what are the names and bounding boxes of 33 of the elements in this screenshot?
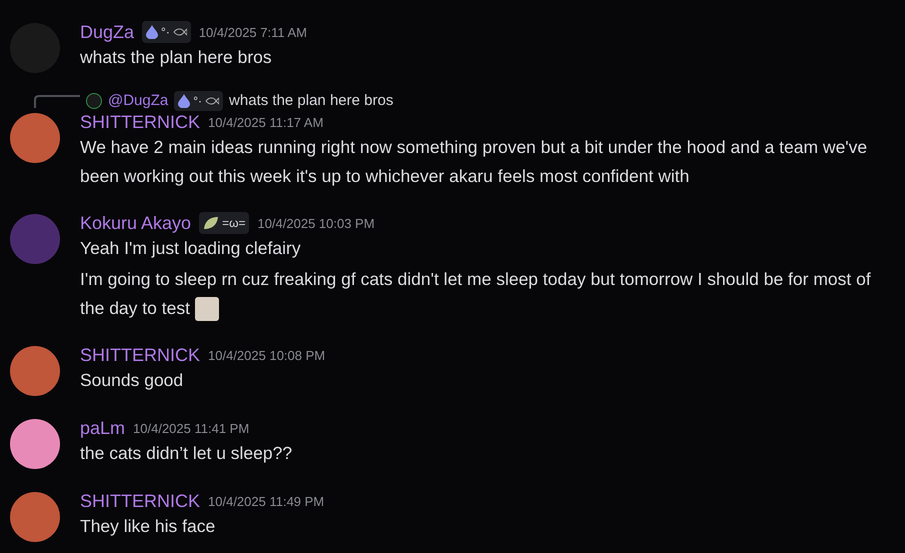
- timestamp: 10/4/2025 11:17 AM: [208, 116, 324, 128]
- tag-text: °·: [161, 26, 170, 38]
- message-line: Sounds good: [80, 369, 184, 392]
- message-line: the cats didn’t let u sleep??: [80, 442, 294, 465]
- reply-connector: [34, 94, 80, 108]
- username[interactable]: Kokuru Akayo: [80, 214, 192, 232]
- username[interactable]: SHITTERNICK: [80, 492, 200, 510]
- tag-text: =ω=: [222, 217, 246, 229]
- message-line: Yeah I'm just loading clefairy: [80, 237, 302, 260]
- timestamp: 10/4/2025 11:49 PM: [208, 494, 324, 508]
- user-avatar[interactable]: [10, 113, 60, 163]
- username[interactable]: SHITTERNICK: [80, 113, 200, 131]
- user-avatar[interactable]: [10, 492, 60, 542]
- timestamp: 10/4/2025 10:03 PM: [257, 216, 375, 230]
- timestamp: 10/4/2025 11:41 PM: [133, 422, 250, 434]
- droplet-icon: [178, 94, 190, 108]
- message-text: I'm going to sleep rn cuz freaking gf cats didn't let me sleep today but tomorrow I should be for most of the day to test: [80, 269, 871, 318]
- reply-mention[interactable]: @DugZa: [108, 90, 168, 112]
- timestamp: 10/4/2025 7:11 AM: [198, 26, 308, 38]
- message-line: They like his face: [80, 515, 216, 538]
- reply-text[interactable]: whats the plan here bros: [229, 90, 394, 112]
- tag-text: °·: [193, 95, 202, 107]
- leaf-icon: [203, 216, 220, 230]
- message-line: whats the plan here bros: [80, 46, 273, 69]
- avatar-small: [86, 93, 102, 109]
- message-line: We have 2 main ideas running right now something proven but a bit under the hood and a team we've been working out this week it's up to whichever akaru feels most confident with: [80, 136, 868, 188]
- timestamp: 10/4/2025 10:08 PM: [208, 348, 326, 362]
- droplet-icon: [146, 25, 158, 39]
- username[interactable]: SHITTERNICK: [80, 346, 200, 364]
- user-avatar[interactable]: [10, 346, 60, 396]
- user-avatar[interactable]: [10, 419, 60, 469]
- username[interactable]: paLm: [80, 419, 126, 437]
- username[interactable]: DugZa: [80, 23, 134, 41]
